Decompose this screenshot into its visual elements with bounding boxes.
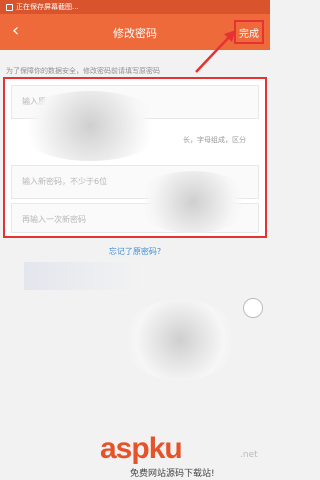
forgot-password-link[interactable]: 忘记了原密码? [0,246,270,257]
watermark-logo: aspku .net 免费网站源码下载站! [100,432,270,480]
watermark-blur [120,300,240,380]
blurred-area [24,262,144,290]
watermark-tld: .net [240,450,258,460]
status-text: 正在保存屏幕截图... [16,3,79,11]
watermark-brand: aspku [100,432,183,465]
title-bar: ‹ 修改密码 完成 [0,14,270,50]
watermark-blur [133,171,253,233]
page-title: 修改密码 [113,27,157,40]
password-rule-text: 长，字母组成，区分 [183,136,246,144]
watermark-subtitle: 免费网站源码下载站! [130,469,215,479]
done-button[interactable]: 完成 [234,20,264,44]
status-bar: 正在保存屏幕截图... [0,0,270,14]
new-password-placeholder: 输入新密码，不少于6位 [22,177,108,186]
password-form: 输入原密码 长，字母组成，区分 输入新密码，不少于6位 再输入一次新密码 [3,77,267,238]
watermark-blur [15,91,165,161]
radio-toggle[interactable] [243,298,263,318]
screenshot-icon [6,3,13,11]
confirm-password-placeholder: 再输入一次新密码 [22,215,86,224]
hint-text: 为了保障你的数据安全，修改密码前请填写原密码 [6,67,160,75]
